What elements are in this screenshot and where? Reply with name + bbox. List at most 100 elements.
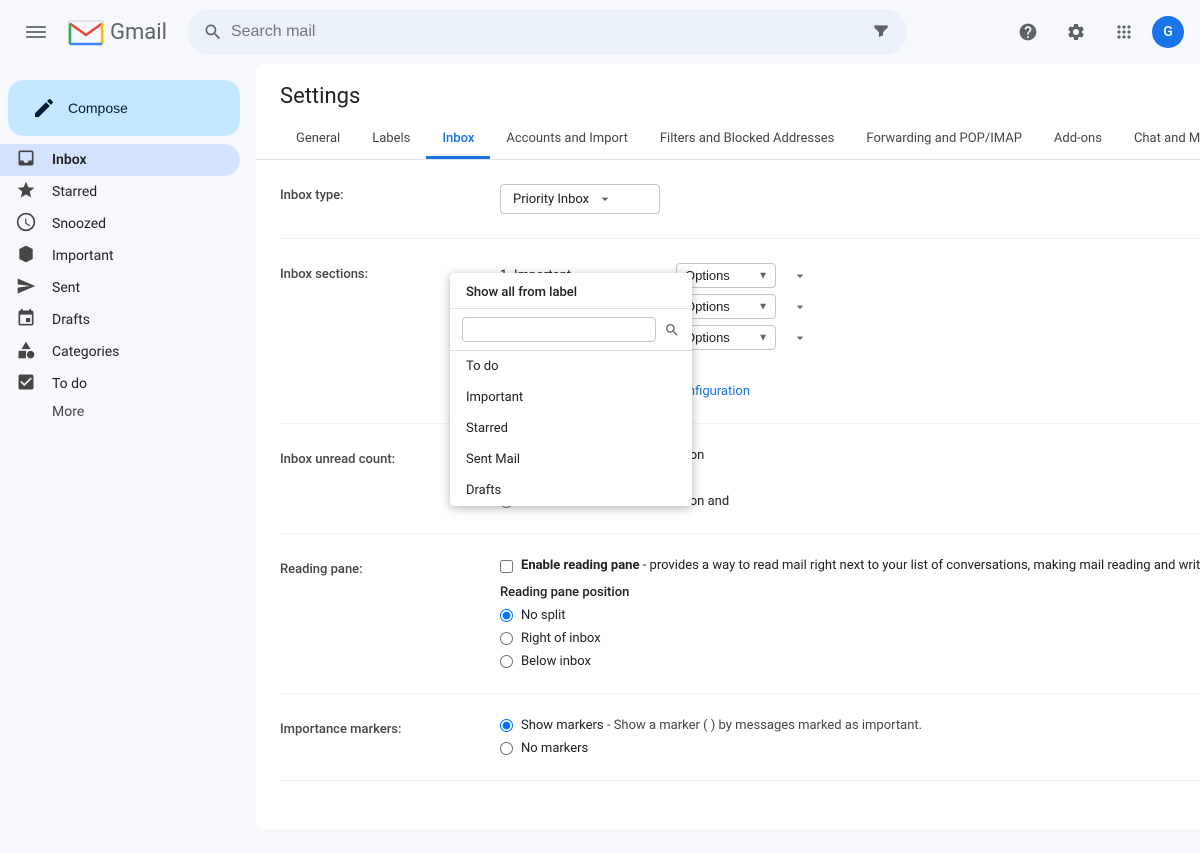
inbox-type-label: Inbox type: xyxy=(280,184,500,214)
sidebar-more-button[interactable]: More xyxy=(0,400,256,424)
sidebar-item-drafts[interactable]: Drafts xyxy=(0,304,240,336)
reading-pane-description: - provides a way to read mail right next… xyxy=(643,558,1200,573)
importance-markers-group: Show markers - Show a marker ( ) by mess… xyxy=(500,718,1200,756)
dropdown-search-input[interactable] xyxy=(462,317,656,342)
settings-button[interactable] xyxy=(1056,12,1096,52)
snoozed-icon xyxy=(16,212,36,236)
inbox-sections-row: Inbox sections: 1. Important Options xyxy=(280,263,1200,424)
radio-below-inbox-input[interactable] xyxy=(500,655,513,668)
reading-pane-checkbox[interactable] xyxy=(500,560,513,573)
radio-no-markers-label: No markers xyxy=(521,741,588,756)
tab-forwarding[interactable]: Forwarding and POP/IMAP xyxy=(850,121,1038,159)
dropdown-item-drafts[interactable]: Drafts xyxy=(450,475,692,506)
tab-filters[interactable]: Filters and Blocked Addresses xyxy=(644,121,851,159)
reading-pane-position-group: No split Right of inbox Below inbox xyxy=(500,608,1200,669)
section-3-down-icon xyxy=(792,330,808,346)
reading-pane-row: Reading pane: Enable reading pane - prov… xyxy=(280,558,1200,694)
sidebar-item-categories[interactable]: Categories xyxy=(0,336,240,368)
label-dropdown-overlay: Show all from label To do Important Star… xyxy=(450,273,692,506)
sidebar-item-label-inbox: Inbox xyxy=(52,152,224,168)
sidebar-item-snoozed[interactable]: Snoozed xyxy=(0,208,240,240)
radio-right-inbox-input[interactable] xyxy=(500,632,513,645)
tab-general[interactable]: General xyxy=(280,121,356,159)
radio-no-markers-input[interactable] xyxy=(500,742,513,755)
tab-chat[interactable]: Chat and Meet xyxy=(1118,121,1200,159)
google-apps-button[interactable] xyxy=(1104,12,1144,52)
sidebar-item-sent[interactable]: Sent xyxy=(0,272,240,304)
tab-inbox[interactable]: Inbox xyxy=(426,121,490,159)
settings-body: Inbox type: Priority Inbox Inbox section… xyxy=(256,160,1200,829)
radio-no-split-label: No split xyxy=(521,608,566,623)
compose-label: Compose xyxy=(68,100,128,116)
sidebar-item-label-sent: Sent xyxy=(52,280,224,296)
radio-below-inbox-label: Below inbox xyxy=(521,654,591,669)
sidebar-item-label-todo: To do xyxy=(52,376,224,392)
reading-pane-enable-text: Enable reading pane xyxy=(521,558,639,573)
sidebar-item-important[interactable]: Important xyxy=(0,240,240,272)
inbox-unread-count-row: Inbox unread count: Unread items in the … xyxy=(280,448,1200,534)
search-bar[interactable] xyxy=(187,9,907,55)
main-content: Settings General Labels Inbox Accounts a… xyxy=(256,64,1200,853)
sidebar-item-inbox[interactable]: Inbox xyxy=(0,144,240,176)
importance-markers-label: Importance markers: xyxy=(280,718,500,756)
radio-show-markers[interactable]: Show markers - Show a marker ( ) by mess… xyxy=(500,718,1200,733)
todo-icon xyxy=(16,372,36,396)
tab-labels[interactable]: Labels xyxy=(356,121,426,159)
tab-accounts[interactable]: Accounts and Import xyxy=(490,121,643,159)
settings-tabs: General Labels Inbox Accounts and Import… xyxy=(280,121,1200,159)
sidebar-item-label-important: Important xyxy=(52,248,224,264)
tab-addons[interactable]: Add-ons xyxy=(1038,121,1118,159)
search-icon xyxy=(203,22,223,42)
section-2-down-icon xyxy=(792,299,808,315)
inbox-type-control: Priority Inbox xyxy=(500,184,1200,214)
compose-button[interactable]: Compose xyxy=(8,80,240,136)
radio-no-split[interactable]: No split xyxy=(500,608,1200,623)
reading-pane-checkbox-item: Enable reading pane - provides a way to … xyxy=(500,558,1200,573)
section-1-down-icon xyxy=(792,268,808,284)
compose-icon xyxy=(32,96,56,120)
dropdown-item-starred[interactable]: Starred xyxy=(450,413,692,444)
dropdown-item-sentmail[interactable]: Sent Mail xyxy=(450,444,692,475)
radio-show-markers-input[interactable] xyxy=(500,719,513,732)
radio-right-inbox-label: Right of inbox xyxy=(521,631,601,646)
app-layout: Compose Inbox Starred Snoozed Important xyxy=(0,64,1200,853)
important-icon xyxy=(16,244,36,268)
dropdown-search-area xyxy=(450,309,692,351)
reading-pane-checkbox-label: Enable reading pane - provides a way to … xyxy=(521,558,1200,573)
support-button[interactable] xyxy=(1008,12,1048,52)
reading-pane-control: Enable reading pane - provides a way to … xyxy=(500,558,1200,669)
menu-button[interactable] xyxy=(16,12,56,52)
radio-no-markers[interactable]: No markers xyxy=(500,741,1200,756)
search-input[interactable] xyxy=(231,23,863,41)
reading-pane-label: Reading pane: xyxy=(280,558,500,669)
radio-no-split-input[interactable] xyxy=(500,609,513,622)
sidebar-item-starred[interactable]: Starred xyxy=(0,176,240,208)
radio-below-inbox[interactable]: Below inbox xyxy=(500,654,1200,669)
radio-right-inbox[interactable]: Right of inbox xyxy=(500,631,1200,646)
inbox-icon xyxy=(16,148,36,172)
settings-header: Settings General Labels Inbox Accounts a… xyxy=(256,64,1200,160)
inbox-sections-control: 1. Important Options 2. Starr xyxy=(500,263,1200,399)
page-title: Settings xyxy=(280,84,1200,109)
search-options-icon[interactable] xyxy=(871,22,891,42)
dropdown-item-important[interactable]: Important xyxy=(450,382,692,413)
gmail-logo-icon xyxy=(68,19,104,46)
reading-pane-position-title: Reading pane position xyxy=(500,585,1200,600)
sidebar-item-label-snoozed: Snoozed xyxy=(52,216,224,232)
categories-icon xyxy=(16,340,36,364)
user-avatar[interactable]: G xyxy=(1152,16,1184,48)
dropdown-search-icon xyxy=(664,322,680,338)
dropdown-chevron-icon xyxy=(597,191,613,207)
dropdown-item-todo[interactable]: To do xyxy=(450,351,692,382)
app-logo: Gmail xyxy=(68,19,167,46)
sidebar-item-label-categories: Categories xyxy=(52,344,224,360)
sidebar-item-label-drafts: Drafts xyxy=(52,312,224,328)
sidebar: Compose Inbox Starred Snoozed Important xyxy=(0,64,256,684)
settings-container: Settings General Labels Inbox Accounts a… xyxy=(256,64,1200,829)
drafts-icon xyxy=(16,308,36,332)
topbar: Gmail G xyxy=(0,0,1200,64)
inbox-type-dropdown[interactable]: Priority Inbox xyxy=(500,184,660,214)
app-name: Gmail xyxy=(110,20,167,45)
sidebar-item-todo[interactable]: To do xyxy=(0,368,240,400)
dropdown-header: Show all from label xyxy=(450,273,692,309)
